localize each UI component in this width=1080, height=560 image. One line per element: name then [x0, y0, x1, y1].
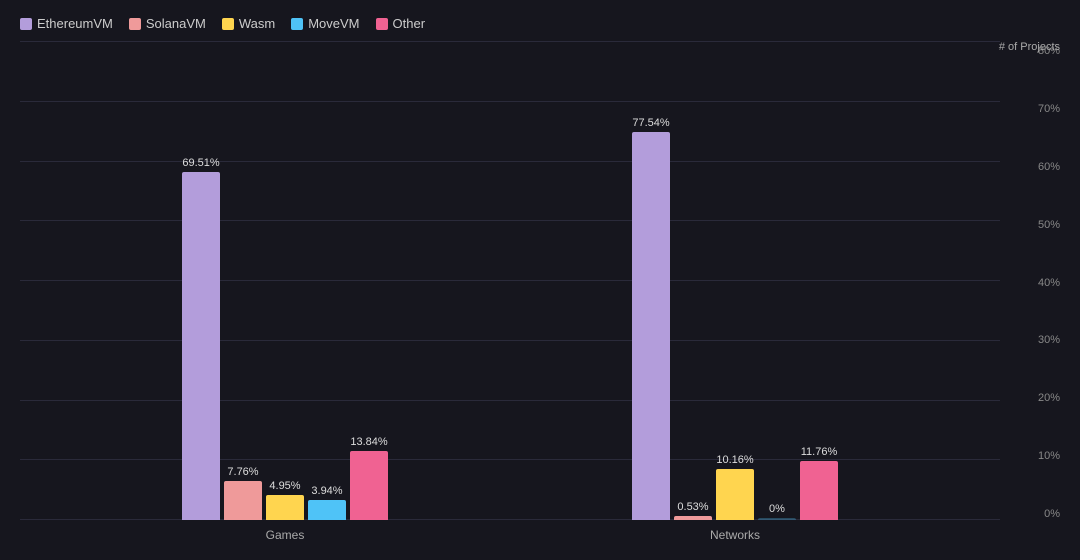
bar-wrap-wasm: 10.16% — [716, 454, 754, 520]
grid-and-bars: 69.51% 7.76% 4.95% 3.94% 13.84% Games 77.54% 0.… — [20, 41, 1000, 550]
legend-label-solanavm: SolanaVM — [146, 16, 206, 31]
bar-ethereumvm — [632, 132, 670, 520]
legend-item-movevm: MoveVM — [291, 16, 359, 31]
bar-wasm — [266, 495, 304, 520]
legend-label-ethereumvm: EthereumVM — [37, 16, 113, 31]
bar-wrap-other: 11.76% — [800, 446, 838, 520]
group-label-networks: Networks — [710, 528, 760, 542]
bar-other — [800, 461, 838, 520]
bar-value-label: 4.95% — [269, 480, 300, 492]
bars-container: 69.51%7.76%4.95%3.94%13.84%Games77.54%0.… — [20, 41, 1000, 520]
y-axis-label: 70% — [1038, 103, 1060, 115]
y-axis-label: 60% — [1038, 161, 1060, 173]
bar-solanavm — [224, 481, 262, 520]
bar-value-label: 11.76% — [801, 446, 838, 458]
legend-item-wasm: Wasm — [222, 16, 275, 31]
chart-area: 69.51% 7.76% 4.95% 3.94% 13.84% Games 77.54% 0.… — [20, 41, 1060, 550]
legend-item-ethereumvm: EthereumVM — [20, 16, 113, 31]
bar-value-label: 0.53% — [677, 501, 708, 513]
y-axis-label: 50% — [1038, 219, 1060, 231]
legend-dot-ethereumvm — [20, 18, 32, 30]
bar-value-label: 13.84% — [350, 436, 387, 448]
legend-dot-other — [376, 18, 388, 30]
bar-movevm — [758, 518, 796, 520]
y-axis-label: 0% — [1044, 508, 1060, 520]
bar-value-label: 77.54% — [632, 117, 669, 129]
bar-wrap-wasm: 4.95% — [266, 480, 304, 520]
y-axis-right: # of Projects 80%70%60%50%40%30%20%10%0% — [1000, 41, 1060, 550]
bar-ethereumvm — [182, 172, 220, 520]
legend-label-movevm: MoveVM — [308, 16, 359, 31]
bar-wrap-movevm: 0% — [758, 503, 796, 520]
y-axis-label: 10% — [1038, 450, 1060, 462]
bar-value-label: 0% — [769, 503, 785, 515]
legend-label-wasm: Wasm — [239, 16, 275, 31]
legend-label-other: Other — [393, 16, 426, 31]
y-axis-title: # of Projects — [999, 41, 1060, 53]
legend-dot-solanavm — [129, 18, 141, 30]
y-axis-label: 20% — [1038, 392, 1060, 404]
bar-movevm — [308, 500, 346, 520]
bar-wrap-ethereumvm: 69.51% — [182, 157, 220, 520]
bar-wrap-ethereumvm: 77.54% — [632, 117, 670, 520]
bar-solanavm — [674, 516, 712, 520]
bar-group-games: 69.51%7.76%4.95%3.94%13.84%Games — [182, 157, 388, 520]
bar-group-networks: 77.54%0.53%10.16%0%11.76%Networks — [632, 117, 838, 520]
y-axis-label: 40% — [1038, 277, 1060, 289]
bar-value-label: 3.94% — [311, 485, 342, 497]
bar-wrap-movevm: 3.94% — [308, 485, 346, 520]
group-label-games: Games — [266, 528, 305, 542]
bar-wrap-other: 13.84% — [350, 436, 388, 520]
bar-value-label: 10.16% — [716, 454, 753, 466]
bar-other — [350, 451, 388, 520]
legend-item-solanavm: SolanaVM — [129, 16, 206, 31]
bar-value-label: 69.51% — [182, 157, 219, 169]
bar-value-label: 7.76% — [227, 466, 258, 478]
y-axis-label: 30% — [1038, 334, 1060, 346]
legend: EthereumVM SolanaVM Wasm MoveVM Other — [20, 16, 1060, 31]
bar-wrap-solanavm: 0.53% — [674, 501, 712, 520]
bar-wrap-solanavm: 7.76% — [224, 466, 262, 520]
bar-wasm — [716, 469, 754, 520]
chart-inner: 69.51% 7.76% 4.95% 3.94% 13.84% Games 77.54% 0.… — [20, 41, 1000, 550]
legend-item-other: Other — [376, 16, 426, 31]
legend-dot-movevm — [291, 18, 303, 30]
legend-dot-wasm — [222, 18, 234, 30]
